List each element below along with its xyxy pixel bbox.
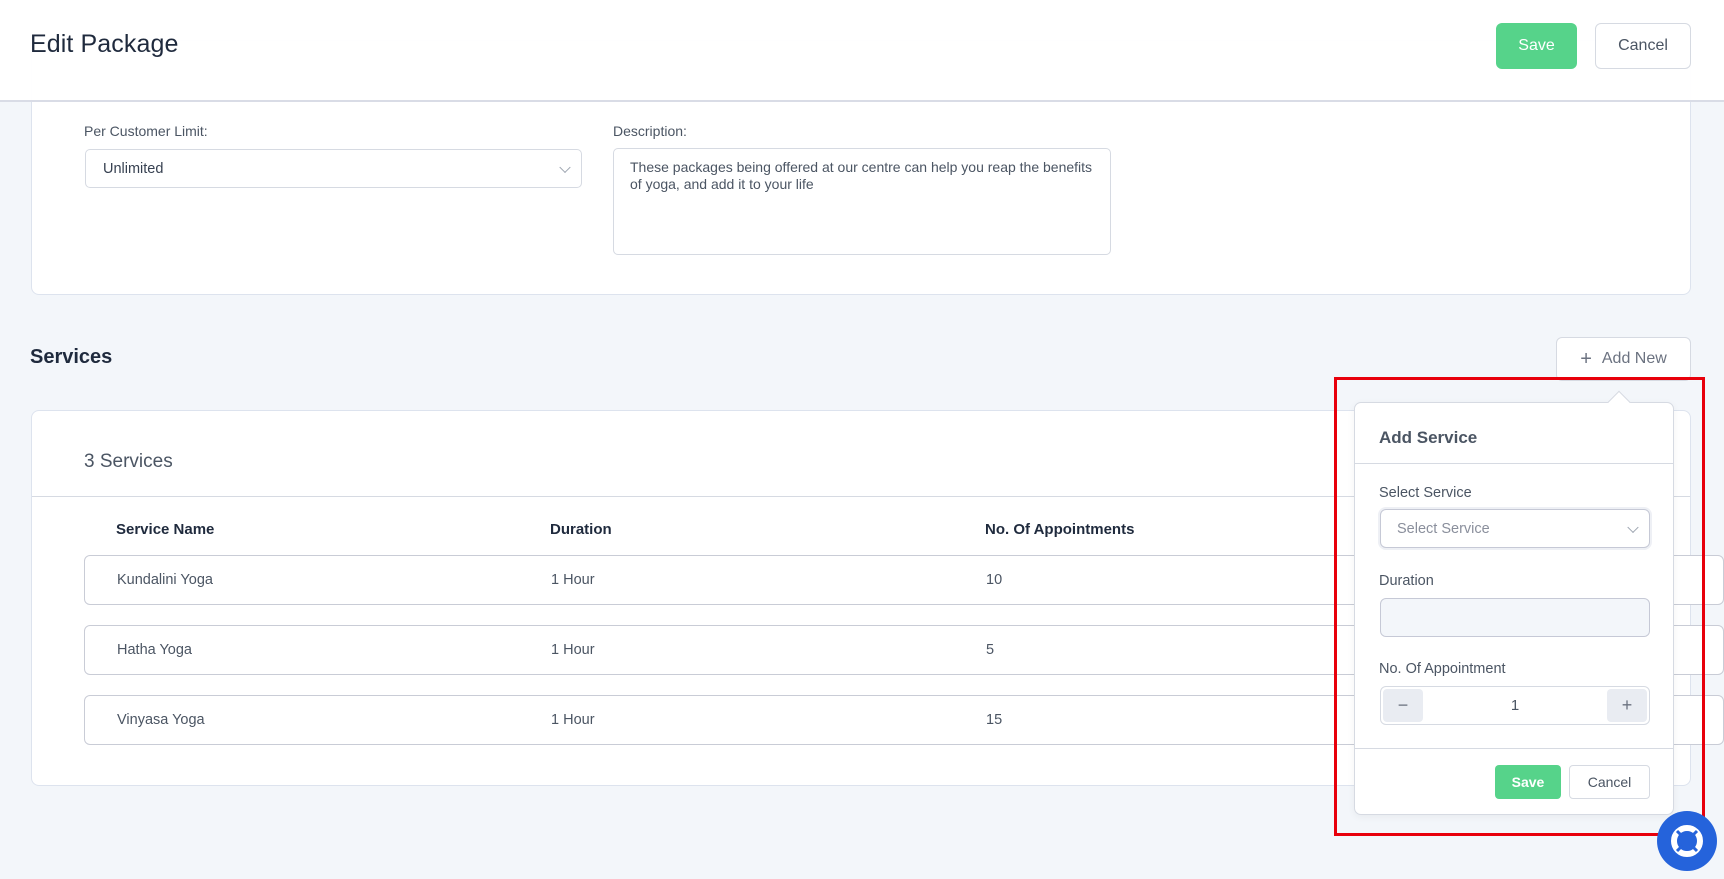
page-header: Edit Package Save Cancel xyxy=(0,0,1724,102)
divider xyxy=(1355,463,1673,464)
services-section-title: Services xyxy=(30,346,113,368)
appointments-cell: 15 xyxy=(986,712,1003,728)
duration-cell: 1 Hour xyxy=(551,712,595,728)
service-name-cell: Kundalini Yoga xyxy=(117,572,213,588)
duration-label: Duration xyxy=(1379,573,1434,589)
description-textarea[interactable]: These packages being offered at our cent… xyxy=(613,148,1111,255)
description-label: Description: xyxy=(613,123,687,139)
help-button[interactable] xyxy=(1657,811,1717,871)
chevron-down-icon xyxy=(1627,521,1639,533)
per-customer-limit-label: Per Customer Limit: xyxy=(84,123,208,139)
appointments-stepper: − 1 + xyxy=(1380,686,1650,725)
appointments-cell: 10 xyxy=(986,572,1003,588)
service-name-cell: Hatha Yoga xyxy=(117,642,192,658)
duration-input[interactable] xyxy=(1380,598,1650,637)
appointments-value[interactable]: 1 xyxy=(1425,687,1605,724)
increment-button[interactable]: + xyxy=(1607,689,1647,722)
plus-icon: + xyxy=(1580,348,1592,370)
chevron-down-icon xyxy=(559,161,571,173)
add-new-label: Add New xyxy=(1601,350,1667,367)
services-count: 3 Services xyxy=(84,451,173,472)
decrement-button[interactable]: − xyxy=(1383,689,1423,722)
service-name-cell: Vinyasa Yoga xyxy=(117,712,205,728)
duration-cell: 1 Hour xyxy=(551,572,595,588)
select-service-label: Select Service xyxy=(1379,485,1472,501)
popover-cancel-button[interactable]: Cancel xyxy=(1569,765,1650,799)
column-header-service-name: Service Name xyxy=(116,521,215,538)
column-header-appointments: No. Of Appointments xyxy=(985,521,1135,538)
popover-title: Add Service xyxy=(1379,428,1478,447)
popover-save-button[interactable]: Save xyxy=(1495,765,1561,799)
duration-cell: 1 Hour xyxy=(551,642,595,658)
select-service-placeholder: Select Service xyxy=(1397,520,1490,537)
divider xyxy=(1355,748,1673,749)
appointments-cell: 5 xyxy=(986,642,995,658)
add-service-popover: Add Service Select Service Select Servic… xyxy=(1354,402,1674,815)
select-service-dropdown[interactable]: Select Service xyxy=(1380,509,1650,548)
save-button[interactable]: Save xyxy=(1496,23,1577,69)
appointments-label: No. Of Appointment xyxy=(1379,661,1506,677)
lifebuoy-icon xyxy=(1671,825,1703,857)
column-header-duration: Duration xyxy=(550,521,612,538)
page-title: Edit Package xyxy=(30,30,179,58)
per-customer-limit-value: Unlimited xyxy=(103,160,164,177)
add-new-service-button[interactable]: + Add New xyxy=(1556,337,1691,381)
per-customer-limit-select[interactable]: Unlimited xyxy=(85,149,582,188)
cancel-button[interactable]: Cancel xyxy=(1595,23,1691,69)
